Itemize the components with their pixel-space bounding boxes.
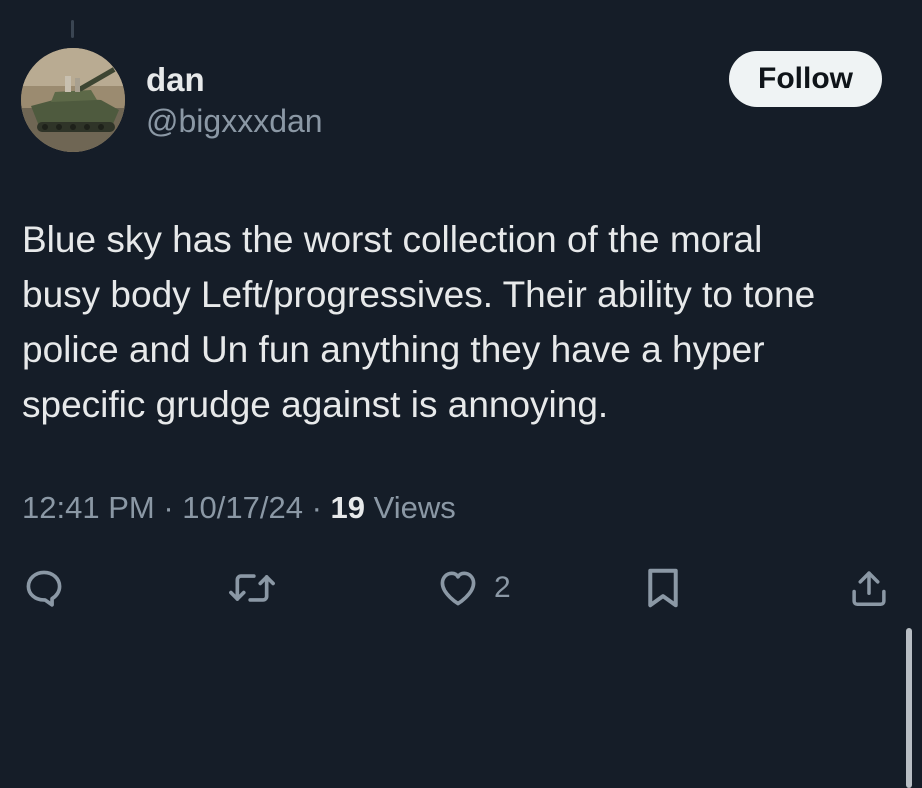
views-count[interactable]: 19 (331, 490, 365, 525)
share-icon (852, 571, 886, 607)
post-text-line: specific grudge against is annoying. (22, 384, 609, 425)
like-count: 2 (494, 571, 511, 604)
heart-icon (440, 571, 476, 606)
retweet-button[interactable] (228, 566, 276, 610)
bookmark-icon (648, 568, 678, 608)
meta-separator: · (163, 490, 183, 525)
reply-icon (26, 570, 62, 607)
avatar[interactable] (21, 48, 125, 152)
post-text-line: Blue sky has the worst collection of the… (22, 219, 763, 260)
share-button[interactable] (848, 566, 890, 610)
post-text-line: busy body Left/progressives. Their abili… (22, 274, 816, 315)
retweet-icon (229, 574, 275, 602)
post-date[interactable]: 10/17/24 (182, 490, 303, 525)
user-handle[interactable]: @bigxxxdan (146, 101, 323, 141)
meta-separator: · (311, 490, 331, 525)
like-button[interactable]: 2 (436, 566, 511, 610)
scrollbar[interactable] (906, 628, 912, 788)
reply-button[interactable] (22, 566, 66, 610)
bookmark-button[interactable] (643, 566, 683, 610)
views-label[interactable]: Views (374, 490, 456, 525)
post-text: Blue sky has the worst collection of the… (22, 212, 912, 432)
display-name[interactable]: dan (146, 60, 205, 100)
thread-connector-line (71, 20, 74, 38)
tank-photo-avatar (21, 48, 125, 152)
post-text-line: police and Un fun anything they have a h… (22, 329, 765, 370)
post-time[interactable]: 12:41 PM (22, 490, 155, 525)
post-metadata: 12:41 PM · 10/17/24 · 19 Views (22, 488, 456, 528)
follow-button[interactable]: Follow (729, 51, 882, 107)
